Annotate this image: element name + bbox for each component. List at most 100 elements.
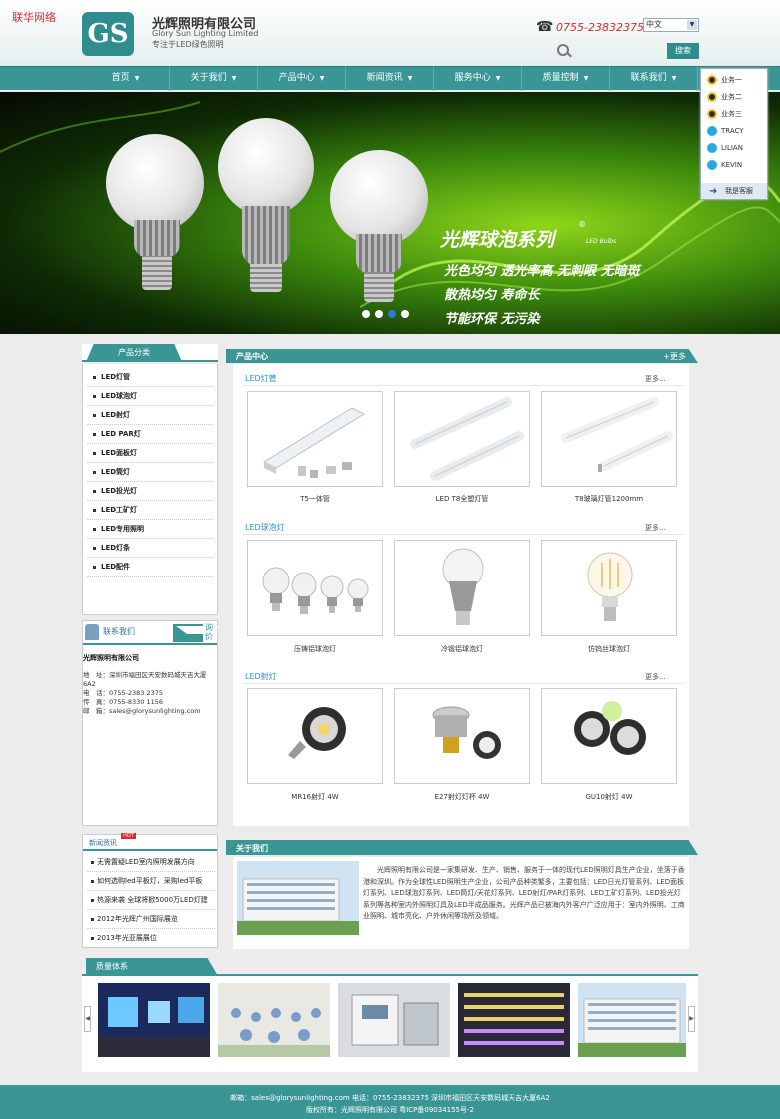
- contact-title: 联系我们: [103, 627, 135, 636]
- site-tag: 联华网络: [12, 11, 56, 24]
- section-title-bulbs[interactable]: LED球泡灯: [245, 522, 285, 533]
- factory-building-image[interactable]: [237, 861, 359, 935]
- nav-item-news[interactable]: 新闻资讯 ▼: [346, 67, 434, 91]
- quality-image[interactable]: [458, 983, 570, 1057]
- gallery-prev-button[interactable]: ◀: [84, 1006, 91, 1032]
- nav-item-about[interactable]: 关于我们 ▼: [170, 67, 258, 91]
- nav-item-products[interactable]: 产品中心 ▼: [258, 67, 346, 91]
- category-item[interactable]: LED球泡灯: [87, 387, 213, 406]
- news-item[interactable]: 2013年光亚展展位: [87, 929, 215, 948]
- product-card[interactable]: [394, 391, 530, 487]
- hot-badge: HOT: [121, 833, 136, 839]
- banner-registered-mark: ®: [578, 220, 586, 229]
- category-item[interactable]: LED PAR灯: [87, 425, 213, 444]
- arrow-right-icon: ➜: [709, 186, 718, 197]
- service-item[interactable]: 业务三: [707, 107, 742, 121]
- product-name[interactable]: 压铸铝球泡灯: [247, 644, 383, 654]
- category-item[interactable]: LED筒灯: [87, 463, 213, 482]
- product-card[interactable]: [394, 688, 530, 784]
- product-name[interactable]: 仿钨丝球泡灯: [541, 644, 677, 654]
- product-name[interactable]: GU10射灯 4W: [541, 792, 677, 802]
- product-card[interactable]: [247, 540, 383, 636]
- mail-icon[interactable]: [173, 624, 220, 642]
- category-item[interactable]: LED灯管: [87, 368, 213, 387]
- product-card[interactable]: [247, 391, 383, 487]
- product-card[interactable]: [247, 688, 383, 784]
- product-name[interactable]: E27射灯灯杯 4W: [394, 792, 530, 802]
- inquiry-label[interactable]: 询价: [205, 623, 217, 641]
- products-more-link[interactable]: +更多: [663, 351, 686, 362]
- service-item[interactable]: KEVIN: [707, 158, 742, 172]
- category-item[interactable]: LED配件: [87, 558, 213, 577]
- product-name[interactable]: T5一体管: [247, 494, 383, 504]
- service-footer[interactable]: ➜ 我是客服: [701, 183, 767, 199]
- site-header: 联华网络 GS 光辉照明有限公司 Glory Sun Lighting Limi…: [0, 0, 780, 66]
- quality-image[interactable]: [338, 983, 450, 1057]
- category-title: 产品分类: [86, 344, 182, 362]
- news-item[interactable]: 2012年光辉广州国际展览: [87, 910, 215, 929]
- product-image-t8-glass-tube: [561, 397, 673, 472]
- product-name[interactable]: LED T8全塑灯管: [394, 494, 530, 504]
- slider-dot-active[interactable]: [388, 310, 396, 318]
- slider-dot[interactable]: [362, 310, 370, 318]
- slider-dot[interactable]: [401, 310, 409, 318]
- news-header: 新闻资讯 HOT: [83, 833, 217, 851]
- about-title: 关于我们: [236, 844, 268, 853]
- news-item[interactable]: 热源来袭 全球将掀5000万LED灯建: [87, 891, 215, 910]
- category-list: LED灯管 LED球泡灯 LED射灯 LED PAR灯 LED面板灯 LED筒灯…: [82, 364, 218, 615]
- product-name[interactable]: 冷锻铝球泡灯: [394, 644, 530, 654]
- site-footer: 邮箱：sales@glorysunlighting.com 电话：0755-23…: [0, 1085, 780, 1119]
- banner-feature-line-3: 节能环保 无污染: [444, 312, 540, 327]
- product-card[interactable]: [541, 391, 677, 487]
- company-slogan: 专注于LED绿色照明: [152, 40, 224, 49]
- footer-contact-line: 邮箱：sales@glorysunlighting.com 电话：0755-23…: [230, 1094, 550, 1102]
- category-item[interactable]: LED灯条: [87, 539, 213, 558]
- category-item[interactable]: LED面板灯: [87, 444, 213, 463]
- section-title-tubes[interactable]: LED灯管: [245, 373, 277, 384]
- nav-item-home[interactable]: 首页 ▼: [82, 67, 170, 91]
- quality-image[interactable]: [218, 983, 330, 1057]
- category-item[interactable]: LED射灯: [87, 406, 213, 425]
- product-image-cold-forged-bulb: [442, 548, 484, 625]
- news-item[interactable]: 如何选购led平板灯，采购led平板: [87, 872, 215, 891]
- contact-box: 联系我们 询价 光辉照明有限公司 地 址：深圳市福田区天安数码城天吉大厦6A2 …: [82, 620, 220, 826]
- news-box: 新闻资讯 HOT 无需置疑LED室内照明发展方向 如何选购led平板灯，采购le…: [82, 833, 218, 948]
- service-item[interactable]: 业务一: [707, 73, 742, 87]
- section-more-link[interactable]: 更多...: [645, 374, 666, 384]
- nav-item-service[interactable]: 服务中心 ▼: [434, 67, 522, 91]
- product-card[interactable]: [541, 540, 677, 636]
- section-more-link[interactable]: 更多...: [645, 672, 666, 682]
- product-name[interactable]: MR16射灯 4W: [247, 792, 383, 802]
- product-name[interactable]: T8玻璃灯管1200mm: [541, 494, 677, 504]
- news-item[interactable]: 无需置疑LED室内照明发展方向: [87, 853, 215, 872]
- search-input[interactable]: [575, 44, 663, 58]
- quality-image[interactable]: [578, 983, 686, 1057]
- skype-icon: [707, 143, 717, 153]
- nav-item-contact[interactable]: 联系我们 ▼: [610, 67, 698, 91]
- search-button[interactable]: 搜索: [667, 43, 699, 59]
- skype-icon: [707, 126, 717, 136]
- nav-item-quality[interactable]: 质量控制 ▼: [522, 67, 610, 91]
- section-title-spotlights[interactable]: LED射灯: [245, 671, 277, 682]
- quality-image[interactable]: [98, 983, 210, 1057]
- banner-feature-line-1: 光色均匀 透光率高 无刺眼 无暗斑: [444, 264, 640, 279]
- product-card[interactable]: [394, 540, 530, 636]
- company-logo[interactable]: GS: [82, 12, 134, 56]
- contact-fax: 传 真：0755-8330 1156: [83, 698, 164, 706]
- product-image-t8-plastic-tube: [410, 397, 524, 481]
- category-item[interactable]: LED工矿灯: [87, 501, 213, 520]
- product-card[interactable]: [541, 688, 677, 784]
- chevron-down-icon: ▼: [583, 75, 589, 82]
- gallery-next-button[interactable]: ▶: [688, 1006, 695, 1032]
- service-item[interactable]: LILIAN: [707, 141, 743, 155]
- service-item[interactable]: TRACY: [707, 124, 744, 138]
- section-more-link[interactable]: 更多...: [645, 523, 666, 533]
- language-select[interactable]: 中文 ▼: [643, 18, 699, 32]
- avatar: [85, 624, 99, 640]
- category-item[interactable]: LED投光灯: [87, 482, 213, 501]
- category-item[interactable]: LED专用照明: [87, 520, 213, 539]
- slider-dot[interactable]: [375, 310, 383, 318]
- hero-banner[interactable]: 光辉球泡系列 ® LED Bulbs 光色均匀 透光率高 无刺眼 无暗斑 散热均…: [0, 92, 780, 334]
- customer-service-panel: 业务一 业务二 业务三 TRACY LILIAN KEVIN ➜ 我是客服: [700, 68, 768, 200]
- service-item[interactable]: 业务二: [707, 90, 742, 104]
